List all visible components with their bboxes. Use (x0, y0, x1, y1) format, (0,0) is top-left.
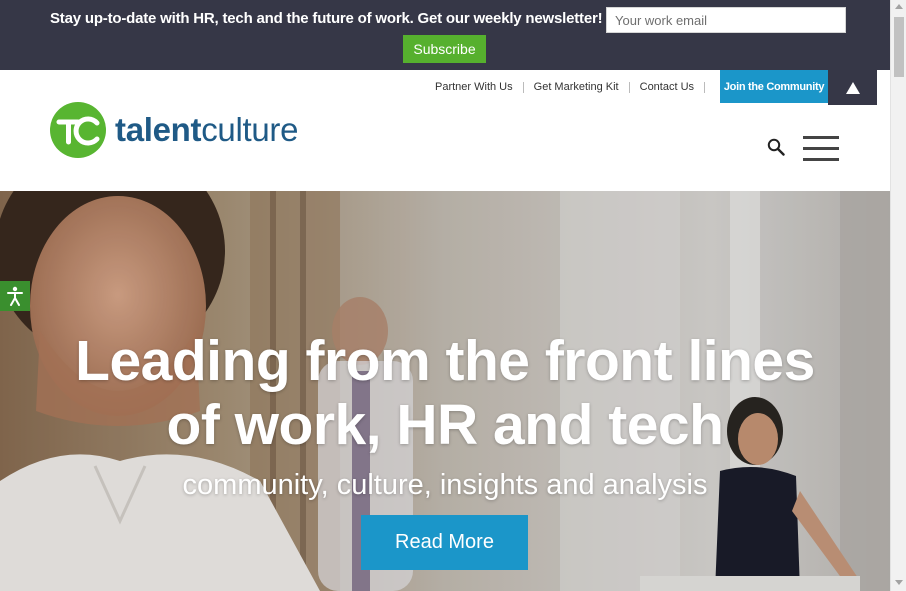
logo-text-regular: culture (201, 111, 299, 148)
triangle-up-icon (845, 81, 860, 94)
partner-link[interactable]: Partner With Us (425, 81, 523, 93)
scrollbar-thumb[interactable] (894, 17, 904, 77)
email-input[interactable] (606, 7, 846, 33)
search-icon[interactable] (767, 138, 785, 156)
accessibility-button[interactable] (0, 281, 30, 311)
hero-title-line-1: Leading from the front lines (75, 329, 815, 393)
logo-mark (50, 102, 106, 158)
newsletter-text: Stay up-to-date with HR, tech and the fu… (50, 10, 603, 27)
join-community-button[interactable]: Join the Community (720, 70, 828, 103)
scroll-up-arrow-icon[interactable] (895, 4, 903, 9)
logo-wordmark: talentculture (115, 111, 298, 149)
hero-section: Leading from the front lines of work, HR… (0, 191, 890, 591)
scroll-to-top-button[interactable] (828, 70, 877, 105)
site-logo[interactable]: talentculture (50, 102, 298, 158)
link-divider (704, 81, 706, 93)
page-scrollbar[interactable] (890, 0, 906, 591)
accessibility-icon (7, 286, 23, 306)
scroll-down-arrow-icon[interactable] (895, 580, 903, 585)
newsletter-bar: Stay up-to-date with HR, tech and the fu… (0, 0, 890, 70)
hero-title-line-2: of work, HR and tech (166, 393, 724, 457)
read-more-button[interactable]: Read More (361, 515, 528, 570)
subscribe-button[interactable]: Subscribe (403, 35, 486, 63)
hero-subtitle: community, culture, insights and analysi… (182, 469, 708, 501)
logo-text-bold: talent (115, 111, 202, 148)
contact-link[interactable]: Contact Us (630, 81, 704, 93)
hamburger-menu-icon[interactable] (803, 136, 839, 162)
marketing-kit-link[interactable]: Get Marketing Kit (524, 81, 629, 93)
top-links: Partner With Us Get Marketing Kit Contac… (425, 72, 706, 102)
